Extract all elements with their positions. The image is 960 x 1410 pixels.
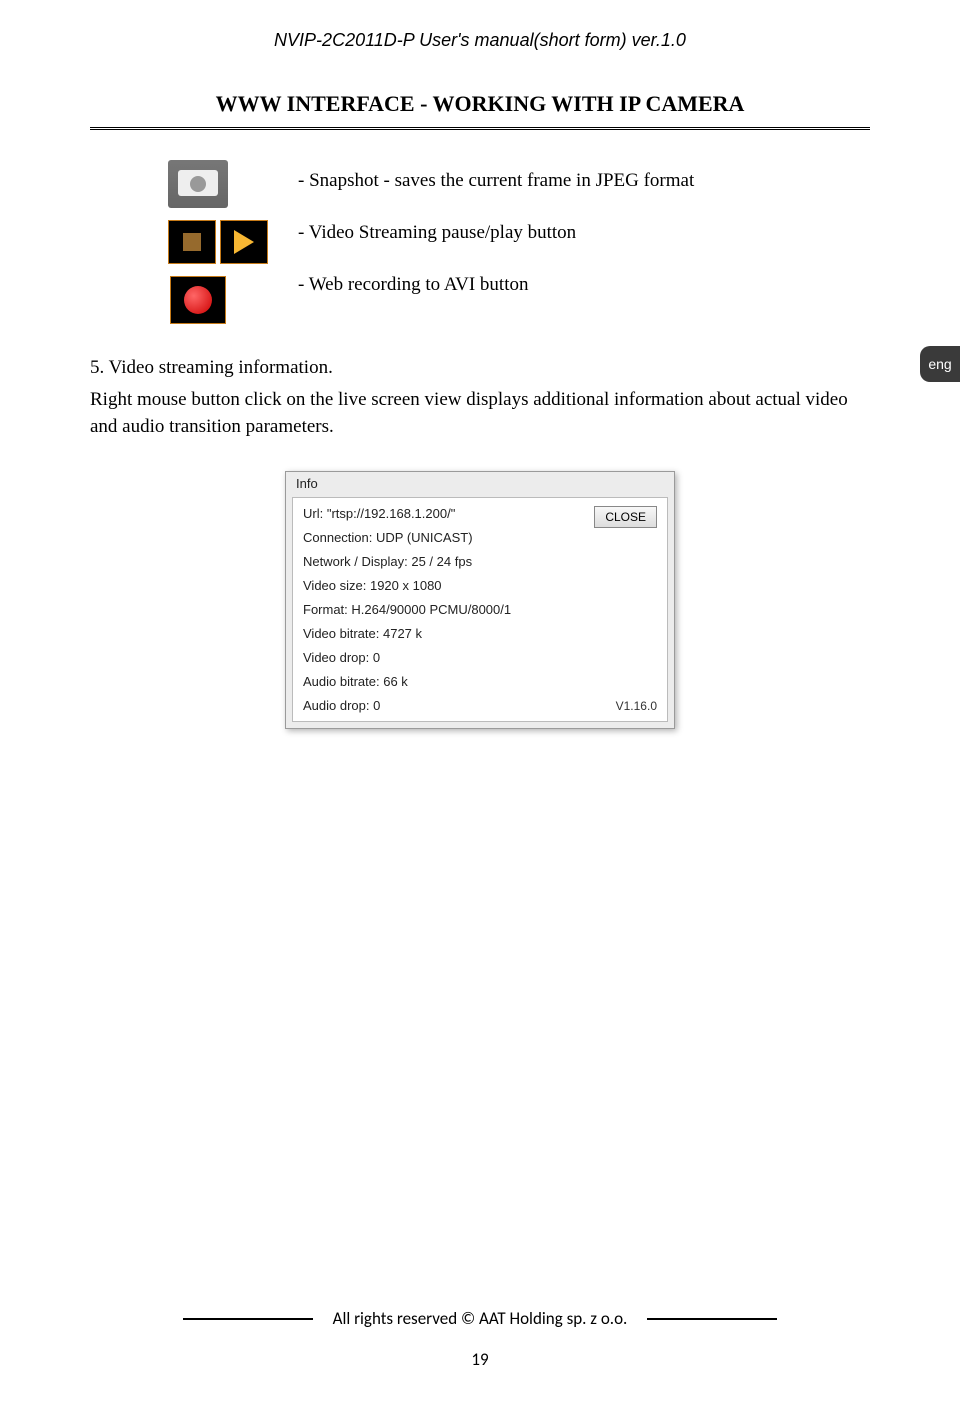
subsection-paragraph: Right mouse button click on the live scr…	[90, 386, 870, 441]
section-title: WWW INTERFACE - WORKING WITH IP CAMERA	[90, 91, 870, 117]
info-row-network: Network / Display: 25 / 24 fps	[303, 554, 573, 569]
page-number: 19	[0, 1349, 960, 1370]
info-dialog-title: Info	[286, 472, 674, 495]
info-row-url: Url: "rtsp://192.168.1.200/"	[303, 506, 573, 521]
language-tab: eng	[920, 346, 960, 382]
info-row-adrop: Audio drop: 0	[303, 698, 573, 713]
footer: All rights reserved © AAT Holding sp. z …	[0, 1308, 960, 1370]
version-label: V1.16.0	[616, 699, 657, 713]
close-button[interactable]: CLOSE	[594, 506, 657, 528]
info-dialog: Info Url: "rtsp://192.168.1.200/" Connec…	[285, 471, 675, 729]
divider	[90, 127, 870, 130]
document-header: NVIP-2C2011D-P User's manual(short form)…	[90, 30, 870, 51]
pause-play-icon	[168, 220, 268, 264]
footer-copyright: All rights reserved © AAT Holding sp. z …	[333, 1308, 628, 1329]
info-row-connection: Connection: UDP (UNICAST)	[303, 530, 573, 545]
pauseplay-desc: - Video Streaming pause/play button	[298, 222, 694, 244]
info-row-format: Format: H.264/90000 PCMU/8000/1	[303, 602, 573, 617]
info-row-videosize: Video size: 1920 x 1080	[303, 578, 573, 593]
record-desc: - Web recording to AVI button	[298, 274, 694, 296]
icons-descriptions: - Snapshot - saves the current frame in …	[168, 160, 870, 324]
record-icon	[168, 276, 228, 324]
info-row-vbitrate: Video bitrate: 4727 k	[303, 626, 573, 641]
info-row-vdrop: Video drop: 0	[303, 650, 573, 665]
subsection-heading: 5. Video streaming information.	[90, 354, 870, 382]
snapshot-icon	[168, 160, 228, 208]
info-row-abitrate: Audio bitrate: 66 k	[303, 674, 573, 689]
snapshot-desc: - Snapshot - saves the current frame in …	[298, 170, 694, 192]
